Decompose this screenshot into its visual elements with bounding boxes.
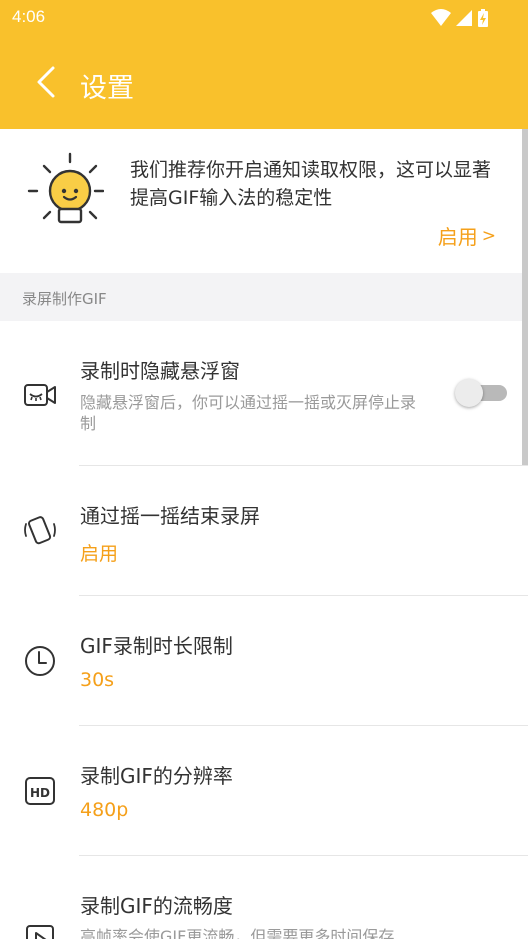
app-bar: 设置 xyxy=(0,36,528,129)
back-button[interactable] xyxy=(28,62,64,102)
hide-floating-window-toggle[interactable] xyxy=(455,379,507,407)
setting-title: 录制GIF的流畅度 xyxy=(80,894,233,918)
enable-permission-link[interactable]: 启用 > xyxy=(438,221,496,250)
header: 4:06 设置 xyxy=(0,0,528,129)
video-camera-hidden-icon xyxy=(22,377,58,413)
section-title: 录屏制作GIF xyxy=(22,290,107,308)
status-time: 4:06 xyxy=(12,7,46,26)
status-icons xyxy=(430,8,492,28)
toggle-thumb xyxy=(455,379,483,407)
status-bar: 4:06 xyxy=(0,0,528,36)
setting-title: 录制时隐藏悬浮窗 xyxy=(80,359,240,383)
signal-icon xyxy=(456,10,472,26)
banner-message: 我们推荐你开启通知读取权限，这可以显著提高GIF输入法的稳定性 xyxy=(130,159,492,209)
play-icon xyxy=(22,922,58,939)
permission-banner: 我们推荐你开启通知读取权限，这可以显著提高GIF输入法的稳定性 启用 > xyxy=(0,129,528,273)
setting-duration-limit[interactable]: GIF录制时长限制 30s xyxy=(0,596,528,726)
lightbulb-icon xyxy=(26,151,105,229)
back-arrow-icon xyxy=(37,66,55,98)
setting-value: 30s xyxy=(80,669,115,691)
setting-description: 隐藏悬浮窗后，你可以通过摇一摇或灭屏停止录制 xyxy=(80,393,417,433)
setting-resolution[interactable]: HD 录制GIF的分辨率 480p xyxy=(0,726,528,856)
svg-text:HD: HD xyxy=(30,786,50,800)
enable-permission-label: 启用 xyxy=(437,225,478,249)
setting-value: 480p xyxy=(80,799,129,821)
setting-hide-floating-window[interactable]: 录制时隐藏悬浮窗 隐藏悬浮窗后，你可以通过摇一摇或灭屏停止录制 xyxy=(0,321,528,466)
hd-icon: HD xyxy=(22,773,58,809)
battery-charging-icon xyxy=(478,9,488,27)
shake-phone-icon xyxy=(22,512,58,548)
scrollbar[interactable] xyxy=(522,129,528,465)
setting-title: GIF录制时长限制 xyxy=(80,634,233,658)
page-title: 设置 xyxy=(80,73,134,104)
section-header: 录屏制作GIF xyxy=(0,273,528,321)
setting-value: 启用 xyxy=(80,543,119,565)
wifi-icon xyxy=(431,9,451,26)
chevron-right-icon: > xyxy=(481,225,496,246)
setting-title: 录制GIF的分辨率 xyxy=(80,764,233,788)
setting-title: 通过摇一摇结束录屏 xyxy=(80,504,260,528)
setting-smoothness[interactable]: 录制GIF的流畅度 高帧率会使GIF更流畅，但需要更多时间保存 xyxy=(0,856,528,939)
setting-description: 高帧率会使GIF更流畅，但需要更多时间保存 xyxy=(80,927,395,939)
setting-shake-to-stop[interactable]: 通过摇一摇结束录屏 启用 xyxy=(0,466,528,596)
clock-icon xyxy=(22,643,58,679)
